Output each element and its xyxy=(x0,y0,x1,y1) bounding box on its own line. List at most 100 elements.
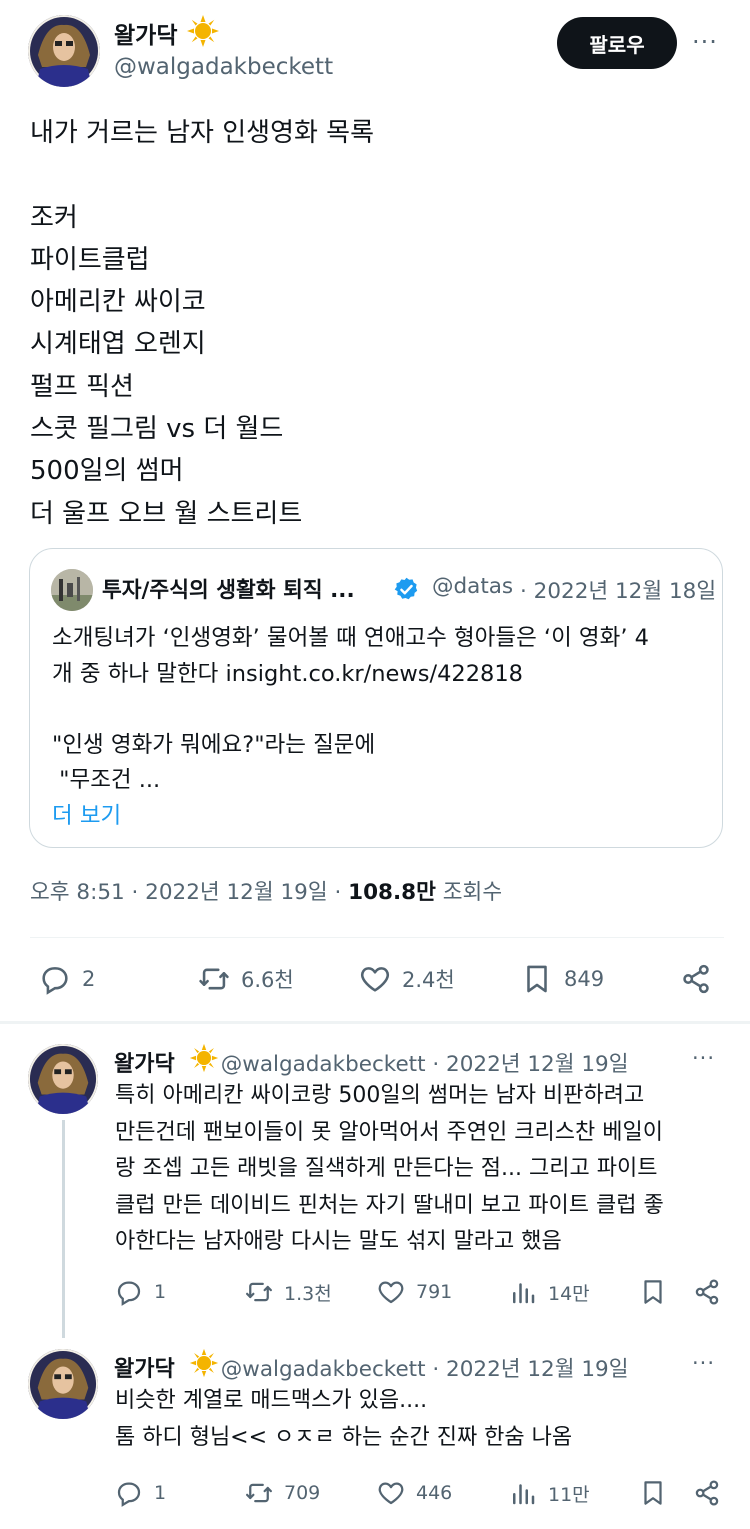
tweet-line: 파이트클럽 xyxy=(30,244,150,275)
section-divider xyxy=(0,1021,750,1024)
tweet-line: 스콧 필그림 vs 더 월드 xyxy=(30,414,284,445)
share-button[interactable] xyxy=(692,1478,722,1508)
retweet-icon xyxy=(246,1282,272,1302)
share-button[interactable] xyxy=(679,962,713,996)
tweet-meta: 오후 8:51 · 2022년 12월 19일 · 108.8만 조회수 xyxy=(30,875,502,906)
reply-date[interactable]: · 2022년 12월 19일 xyxy=(432,1052,628,1077)
quote-author-name[interactable]: 투자/주식의 생활화 퇴직 ... xyxy=(102,573,382,604)
views-chart-icon xyxy=(513,1484,535,1505)
reply-button[interactable]: 2 xyxy=(38,962,95,996)
retweet-icon xyxy=(199,968,229,990)
avatar[interactable] xyxy=(28,1349,98,1419)
like-button[interactable]: 2.4천 xyxy=(358,962,455,996)
like-button[interactable]: 791 xyxy=(376,1277,452,1307)
reply-button[interactable]: 1 xyxy=(114,1478,166,1508)
quote-text: 소개팅녀가 ‘인생영화’ 물어볼 때 연애고수 형아들은 ‘이 영화’ 4 개 … xyxy=(52,621,712,834)
views-button[interactable]: 14만 xyxy=(508,1277,590,1307)
quote-line xyxy=(52,692,712,728)
quote-line: 소개팅녀가 ‘인생영화’ 물어볼 때 연애고수 형아들은 ‘이 영화’ 4 xyxy=(52,625,649,651)
divider xyxy=(30,937,724,938)
tweet-line: 500일의 썸머 xyxy=(30,456,184,487)
retweet-count: 6.6천 xyxy=(241,968,294,992)
tweet-line: 펄프 픽션 xyxy=(30,371,134,402)
retweet-button[interactable]: 6.6천 xyxy=(197,962,294,996)
share-icon xyxy=(695,1480,719,1506)
meta-separator: · xyxy=(327,880,349,905)
views-label: 조회수 xyxy=(435,880,503,905)
tweet-line: 조커 xyxy=(30,202,78,233)
author-handle[interactable]: @walgadakbeckett xyxy=(114,54,333,80)
sun-badge-icon xyxy=(187,15,219,47)
reply-author-name[interactable]: 왈가닥 xyxy=(114,1052,175,1077)
reply-count: 1 xyxy=(154,1281,167,1303)
reply-icon xyxy=(117,1281,141,1306)
tweet-text: 내가 거르는 남자 인생영화 목록 조커 파이트클럽 아메리칸 싸이코 시계태엽… xyxy=(30,112,720,535)
bookmark-icon xyxy=(644,1481,662,1505)
author-name[interactable]: 왈가닥 xyxy=(114,16,177,50)
like-count: 2.4천 xyxy=(402,968,455,992)
reply-line: 아한다는 남자애랑 다시는 말도 섞지 말라고 했음 xyxy=(115,1229,562,1254)
quote-avatar[interactable] xyxy=(51,569,93,611)
reply-author-handle[interactable]: @walgadakbeckett xyxy=(221,1357,426,1382)
reply-author-name[interactable]: 왈가닥 xyxy=(114,1357,175,1382)
share-icon xyxy=(683,964,709,994)
quote-line: "무조건 ... xyxy=(52,767,161,793)
reply-icon xyxy=(42,967,68,995)
reply-line: 특히 아메리칸 싸이코랑 500일의 썸머는 남자 비판하려고 xyxy=(115,1083,645,1108)
like-count: 791 xyxy=(416,1281,453,1303)
reply-line: 클럽 만든 데이비드 핀처는 자기 딸내미 보고 파이트 클럽 좋 xyxy=(115,1192,664,1218)
reply-icon xyxy=(117,1482,141,1507)
bookmark-button[interactable] xyxy=(638,1277,668,1307)
views-count: 14만 xyxy=(548,1282,590,1305)
show-more-link[interactable]: 더 보기 xyxy=(52,799,712,835)
tweet-line xyxy=(30,154,720,196)
heart-icon xyxy=(378,1482,404,1505)
reply-date[interactable]: · 2022년 12월 19일 xyxy=(432,1357,628,1382)
reply-line: 만든건데 팬보이들이 못 알아먹어서 주연인 크리스찬 베일이 xyxy=(115,1119,663,1145)
heart-icon xyxy=(360,967,390,992)
reply-author-handle[interactable]: @walgadakbeckett xyxy=(221,1052,426,1077)
quote-line: "인생 영화가 뭐에요?"라는 질문에 xyxy=(52,731,376,758)
retweet-icon xyxy=(246,1483,272,1503)
tweet-timestamp[interactable]: 오후 8:51 · 2022년 12월 19일 xyxy=(30,880,328,905)
reply-text: 비슷한 계열로 매드맥스가 있음.... 톰 하디 형님<< ㅇㅈㄹ 하는 순간… xyxy=(115,1383,720,1456)
avatar[interactable] xyxy=(28,15,100,87)
bookmark-button[interactable] xyxy=(638,1478,668,1508)
more-options-icon[interactable]: ··· xyxy=(692,1351,715,1375)
tweet-line: 아메리칸 싸이코 xyxy=(30,287,206,318)
heart-icon xyxy=(378,1281,404,1304)
reply-line: 톰 하디 형님<< ㅇㅈㄹ 하는 순간 진짜 한숨 나옴 xyxy=(115,1424,573,1450)
quote-tweet-card[interactable]: 투자/주식의 생활화 퇴직 ... @datas · 2022년 12월 18일… xyxy=(29,548,723,848)
reply-line: 비슷한 계열로 매드맥스가 있음.... xyxy=(115,1388,428,1413)
more-options-icon[interactable]: ··· xyxy=(692,1046,715,1070)
bookmark-icon xyxy=(644,1280,662,1304)
bookmark-count: 849 xyxy=(564,967,605,991)
reply-button[interactable]: 1 xyxy=(114,1277,166,1307)
sun-badge-icon xyxy=(189,1043,219,1073)
avatar[interactable] xyxy=(28,1044,98,1114)
quote-line: 개 중 하나 말한다 insight.co.kr/news/422818 xyxy=(52,660,523,687)
quote-author-handle[interactable]: @datas xyxy=(432,574,518,599)
retweet-count: 1.3천 xyxy=(284,1282,332,1305)
like-count: 446 xyxy=(416,1482,453,1504)
share-icon xyxy=(695,1279,719,1305)
views-button[interactable]: 11만 xyxy=(508,1478,590,1508)
share-button[interactable] xyxy=(692,1277,722,1307)
views-count: 11만 xyxy=(548,1483,590,1506)
bookmark-button[interactable]: 849 xyxy=(520,962,604,996)
retweet-count: 709 xyxy=(284,1482,321,1504)
sun-badge-icon xyxy=(189,1348,219,1378)
more-options-icon[interactable]: ··· xyxy=(692,28,718,56)
bookmark-icon xyxy=(527,965,547,993)
retweet-button[interactable]: 1.3천 xyxy=(244,1277,332,1307)
thread-connector xyxy=(62,1120,65,1338)
verified-badge-icon xyxy=(394,577,418,600)
retweet-button[interactable]: 709 xyxy=(244,1478,320,1508)
main-tweet-header: 왈가닥 @walgadakbeckett 팔로우 ··· xyxy=(0,0,750,100)
views-count: 108.8만 xyxy=(348,880,436,905)
reply-count: 1 xyxy=(154,1482,167,1504)
like-button[interactable]: 446 xyxy=(376,1478,452,1508)
tweet-line: 내가 거르는 남자 인생영화 목록 xyxy=(30,118,375,148)
quote-date[interactable]: · 2022년 12월 18일 xyxy=(520,574,716,605)
follow-button[interactable]: 팔로우 xyxy=(557,17,677,69)
